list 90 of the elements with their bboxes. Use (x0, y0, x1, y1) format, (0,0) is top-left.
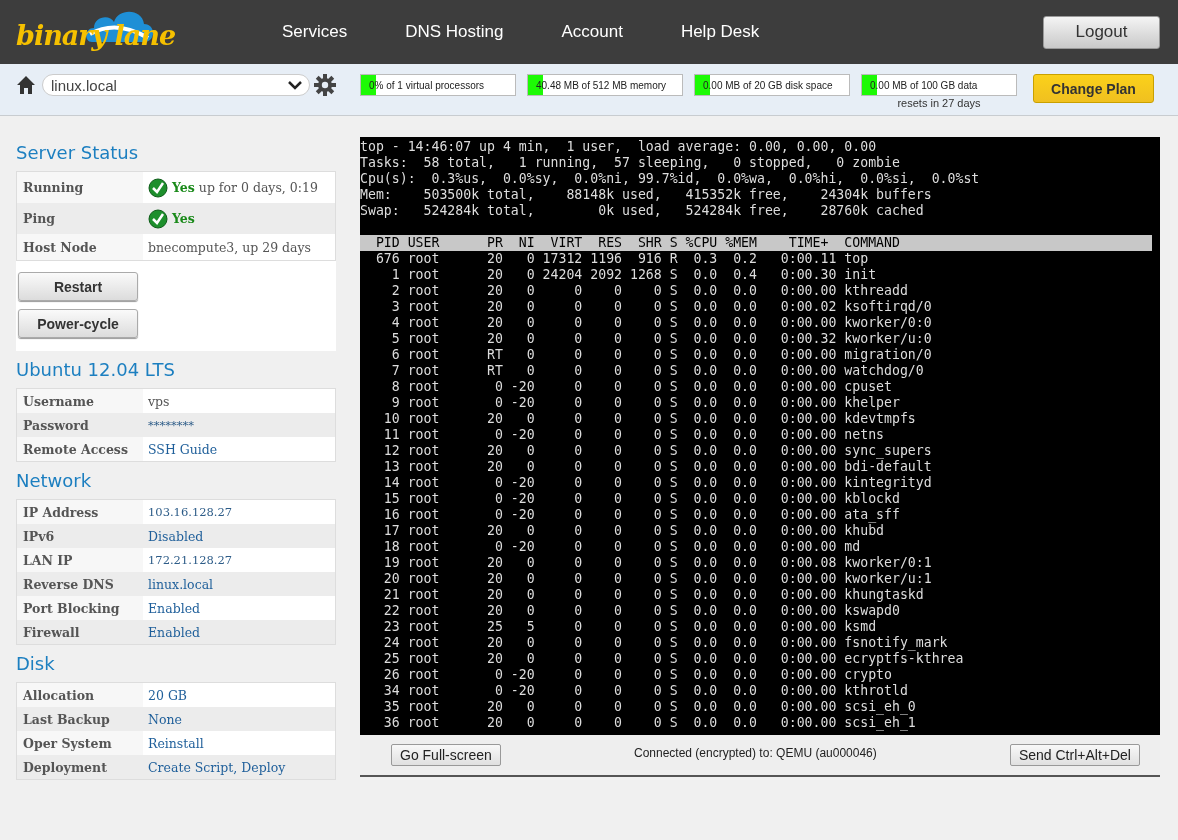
process-row-text: 22 root 20 0 0 0 0 S 0.0 0.0 0:00.00 kswapd0 (382, 603, 901, 619)
process-row-text: 10 root 20 0 0 0 0 S 0.0 0.0 0:00.00 kdevtmpfs (382, 411, 917, 427)
field-label: Ping (17, 203, 143, 234)
console-line: Cpu(s): 0.3%us, 0.0%sy, 0.0%ni, 99.7%id, 0.0%wa, 0.0%hi, 0.0%si, 0.0%st (360, 171, 981, 187)
server-select[interactable]: linux.local (42, 74, 310, 96)
field-value: ******** (148, 418, 194, 432)
field-label: Oper System (17, 731, 143, 755)
process-row-text: 24 root 20 0 0 0 0 S 0.0 0.0 0:00.00 fsnotify_mark (382, 635, 949, 651)
process-row-text: 8 root 0 -20 0 0 0 S 0.0 0.0 0:00.00 cpuset (390, 379, 893, 395)
field-value: 103.16.128.27 (148, 505, 233, 519)
process-row-text: 35 root 20 0 0 0 0 S 0.0 0.0 0:00.00 scsi_eh_0 (382, 699, 917, 715)
process-row-text: 7 root RT 0 0 0 0 S 0.0 0.0 0:00.00 watchdog/0 (390, 363, 925, 379)
value-link[interactable]: Enabled (148, 600, 201, 616)
value-link[interactable]: Enabled (148, 624, 201, 640)
nav-link[interactable]: Services (282, 22, 348, 42)
field-label: Password (17, 413, 143, 437)
process-row-text: 25 root 20 0 0 0 0 S 0.0 0.0 0:00.00 ecryptfs-kthrea (382, 651, 965, 667)
console-line: top - 14:46:07 up 4 min, 1 user, load average: 0.00, 0.00, 0.00 (360, 139, 878, 155)
field-label: Firewall (17, 620, 143, 644)
value-link[interactable]: None (148, 711, 182, 727)
section-heading: Disk (16, 653, 56, 674)
field-value: bnecompute3, up 29 days (148, 239, 312, 255)
process-row-text: 1 root 20 0 24204 2092 1268 S 0.0 0.4 0:00.30 init (390, 267, 878, 283)
field-label: Username (17, 389, 143, 413)
field-label: Remote Access (17, 437, 143, 461)
section-heading: Server Status (16, 142, 140, 163)
console-line: Mem: 503500k total, 88148k used, 415352k free, 24304k buffers (360, 187, 933, 203)
process-row-text: 16 root 0 -20 0 0 0 S 0.0 0.0 0:00.00 ata_sff (382, 507, 901, 523)
field-value: Yes (171, 211, 196, 226)
process-row-text: 36 root 20 0 0 0 0 S 0.0 0.0 0:00.00 scsi_eh_1 (382, 715, 917, 731)
process-row-text: 19 root 20 0 0 0 0 S 0.0 0.0 0:00.08 kworker/0:1 (382, 555, 933, 571)
process-row-text: 34 root 0 -20 0 0 0 S 0.0 0.0 0:00.00 kthrotld (382, 683, 909, 699)
connection-status: Connected (encrypted) to: QEMU (au000046) (633, 746, 877, 760)
process-row-text: 23 root 25 5 0 0 0 S 0.0 0.0 0:00.00 ksmd (382, 619, 878, 635)
home-icon[interactable] (16, 75, 36, 95)
field-label: LAN IP (17, 548, 143, 572)
process-row-text: 11 root 0 -20 0 0 0 S 0.0 0.0 0:00.00 netns (382, 427, 885, 443)
nav-link[interactable]: Help Desk (680, 22, 760, 42)
field-label: IPv6 (17, 524, 143, 548)
value-link[interactable]: 20 GB (148, 687, 188, 703)
action-button[interactable]: Power-cycle (18, 309, 138, 338)
usage-label: 0% of 1 virtual processors (368, 79, 485, 91)
settings-icon[interactable] (314, 74, 336, 96)
fullscreen-button[interactable]: Go Full-screen (391, 744, 501, 766)
field-value: 172.21.128.27 (148, 553, 233, 567)
field-label: Last Backup (17, 707, 143, 731)
process-row-text: 676 root 20 0 17312 1196 916 R 0.3 0.2 0:00.11 top (374, 251, 870, 267)
field-label: Port Blocking (17, 596, 143, 620)
process-row-text: 5 root 20 0 0 0 0 S 0.0 0.0 0:00.32 kworker/u:0 (390, 331, 933, 347)
field-label: Reverse DNS (17, 572, 143, 596)
section-heading: Network (16, 470, 93, 491)
process-row-text: 3 root 20 0 0 0 0 S 0.0 0.0 0:00.02 ksoftirqd/0 (390, 299, 933, 315)
console-screen[interactable] (360, 137, 1160, 735)
process-row-text: 15 root 0 -20 0 0 0 S 0.0 0.0 0:00.00 kblockd (382, 491, 901, 507)
logout-button[interactable]: Logout (1043, 15, 1160, 49)
section-heading: Ubuntu 12.04 LTS (16, 359, 176, 380)
console-line: Swap: 524284k total, 0k used, 524284k free, 28760k cached (360, 203, 925, 219)
chevron-down-icon (287, 79, 303, 91)
process-row-text: 20 root 20 0 0 0 0 S 0.0 0.0 0:00.00 kworker/u:1 (382, 571, 933, 587)
process-row-text: 2 root 20 0 0 0 0 S 0.0 0.0 0:00.00 kthreadd (390, 283, 909, 299)
process-row-text: 9 root 0 -20 0 0 0 S 0.0 0.0 0:00.00 khelper (390, 395, 901, 411)
console-line: Tasks: 58 total, 1 running, 57 sleeping, 0 stopped, 0 zombie (360, 155, 901, 171)
field-label: Deployment (17, 755, 143, 779)
process-row-text: 17 root 20 0 0 0 0 S 0.0 0.0 0:00.00 khubd (382, 523, 885, 539)
nav-link[interactable]: Account (561, 22, 623, 42)
reset-note: resets in 27 days (897, 97, 981, 109)
field-value: Yes up for 0 days, 0:19 (171, 180, 318, 195)
process-row-text: 26 root 0 -20 0 0 0 S 0.0 0.0 0:00.00 crypto (382, 667, 893, 683)
field-label: Running (17, 172, 143, 203)
process-row-text: 18 root 0 -20 0 0 0 S 0.0 0.0 0:00.00 md (382, 539, 862, 555)
field-label: Host Node (17, 234, 143, 260)
process-row-text: 4 root 20 0 0 0 0 S 0.0 0.0 0:00.00 kworker/0:0 (390, 315, 933, 331)
value-link[interactable]: SSH Guide (148, 441, 218, 457)
check-icon (148, 177, 168, 198)
value-link[interactable]: Disabled (148, 528, 204, 544)
process-row-text: 6 root RT 0 0 0 0 S 0.0 0.0 0:00.00 migration/0 (390, 347, 933, 363)
process-row-text: 14 root 0 -20 0 0 0 S 0.0 0.0 0:00.00 kintegrityd (382, 475, 933, 491)
field-label: Allocation (17, 683, 143, 707)
check-icon (148, 208, 168, 229)
change-plan-button[interactable]: Change Plan (1033, 74, 1154, 103)
field-value: vps (148, 393, 170, 409)
process-row-text: 13 root 20 0 0 0 0 S 0.0 0.0 0:00.00 bdi-default (382, 459, 933, 475)
process-row-text: 12 root 20 0 0 0 0 S 0.0 0.0 0:00.00 sync_supers (382, 443, 933, 459)
nav-link[interactable]: DNS Hosting (405, 22, 504, 42)
action-button[interactable]: Restart (18, 272, 138, 301)
value-link[interactable]: Reinstall (148, 735, 204, 751)
send-keys-button[interactable]: Send Ctrl+Alt+Del (1009, 744, 1140, 766)
column-header-row: PID USER PR NI VIRT RES SHR S %CPU %MEM TIME+ COMMAND (360, 235, 1152, 251)
field-label: IP Address (17, 500, 143, 524)
process-row-text: 21 root 20 0 0 0 0 S 0.0 0.0 0:00.00 khungtaskd (382, 587, 925, 603)
